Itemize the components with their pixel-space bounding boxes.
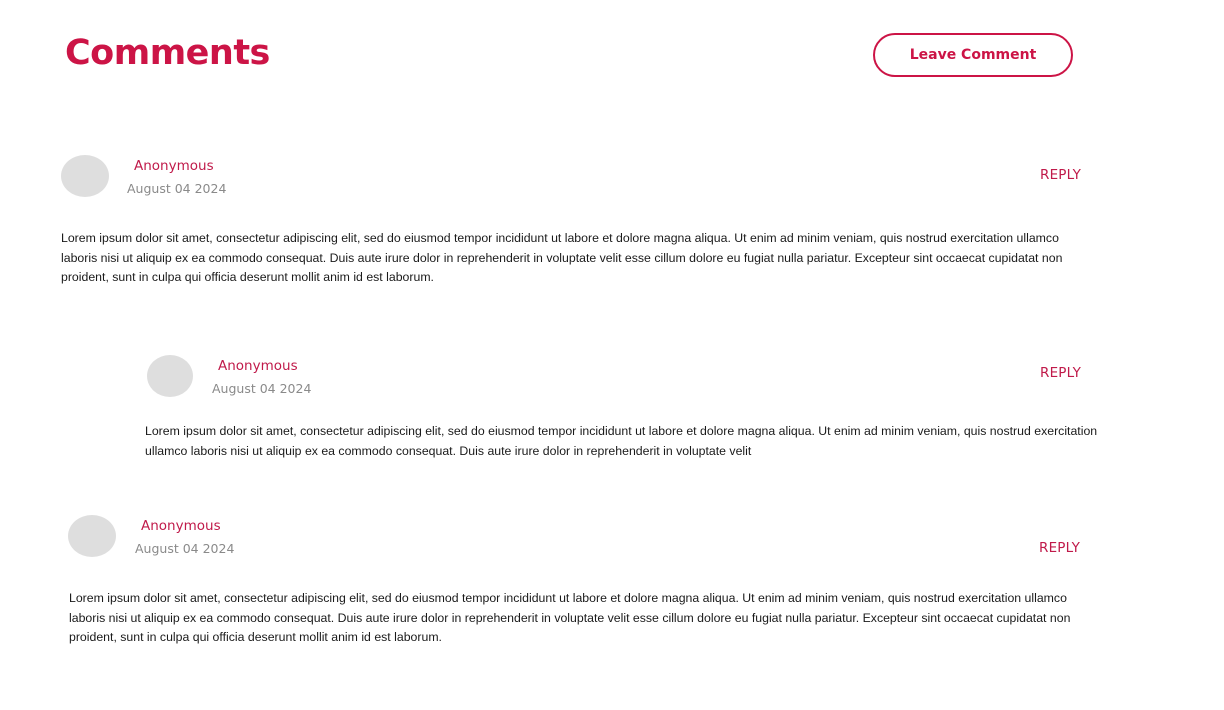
- reply-button[interactable]: REPLY: [1039, 540, 1080, 556]
- comment-item: Anonymous August 04 2024 REPLY Lorem ips…: [0, 0, 1224, 660]
- comment-author: Anonymous: [141, 518, 221, 534]
- comment-date: August 04 2024: [135, 541, 235, 556]
- comment-body: Lorem ipsum dolor sit amet, consectetur …: [69, 591, 1071, 644]
- avatar: [68, 515, 116, 557]
